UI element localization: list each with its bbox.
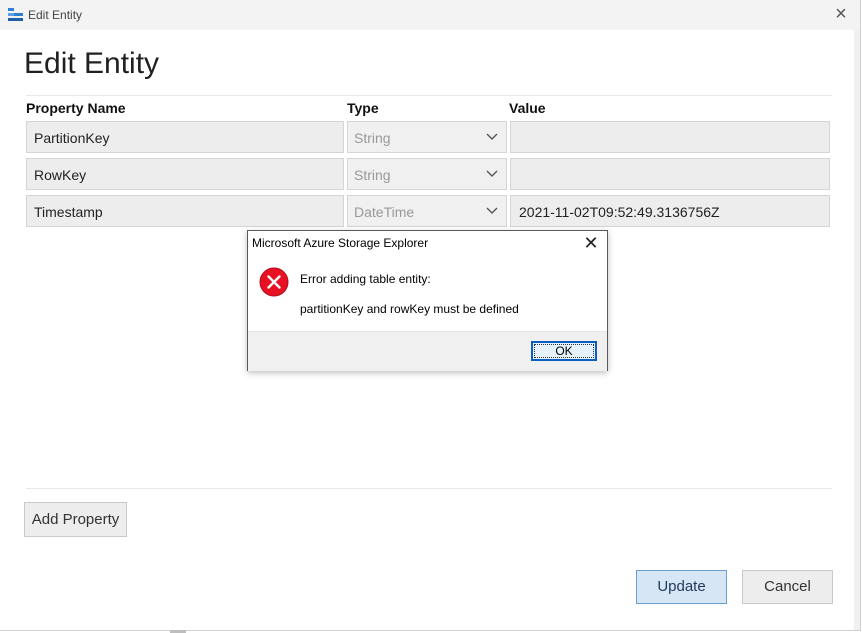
add-property-button[interactable]: Add Property — [24, 502, 127, 537]
property-type-select[interactable]: String — [347, 158, 507, 190]
property-type-select[interactable]: DateTime — [347, 195, 507, 227]
divider — [26, 95, 832, 96]
error-dialog: Microsoft Azure Storage Explorer ✕ Error… — [247, 230, 608, 371]
property-value-field[interactable] — [510, 158, 830, 190]
property-type-value: String — [354, 167, 391, 183]
property-name-field[interactable]: PartitionKey — [26, 121, 344, 153]
error-icon — [259, 267, 289, 297]
property-row-partitionkey: PartitionKey String — [26, 121, 832, 155]
page-title: Edit Entity — [24, 47, 160, 80]
column-header-value: Value — [509, 100, 546, 116]
update-button[interactable]: Update — [636, 570, 727, 604]
chevron-down-icon — [486, 133, 498, 140]
property-type-select[interactable]: String — [347, 121, 507, 153]
property-type-value: DateTime — [354, 204, 415, 220]
dialog-title: Microsoft Azure Storage Explorer — [252, 236, 429, 250]
scrollbar[interactable] — [854, 30, 860, 630]
window-title: Edit Entity — [28, 8, 83, 22]
property-row-rowkey: RowKey String — [26, 158, 832, 192]
focus-ring — [534, 344, 594, 358]
divider — [26, 488, 832, 489]
window-close-icon[interactable]: × — [830, 3, 852, 25]
property-row-timestamp: Timestamp DateTime 2021-11-02T09:52:49.3… — [26, 195, 832, 229]
dialog-close-icon[interactable]: ✕ — [583, 233, 599, 253]
column-header-type: Type — [347, 100, 379, 116]
dialog-message-detail: partitionKey and rowKey must be defined — [300, 302, 519, 316]
title-bar: Edit Entity × — [0, 0, 860, 30]
dialog-footer: OK — [248, 331, 607, 371]
storage-explorer-app-icon — [8, 8, 23, 21]
property-value-field[interactable]: 2021-11-02T09:52:49.3136756Z — [510, 195, 830, 227]
chevron-down-icon — [486, 170, 498, 177]
column-header-property-name: Property Name — [26, 100, 126, 116]
property-name-field[interactable]: RowKey — [26, 158, 344, 190]
cancel-button[interactable]: Cancel — [742, 570, 833, 604]
property-type-value: String — [354, 130, 391, 146]
ok-button[interactable]: OK — [531, 341, 597, 361]
property-value-field[interactable] — [510, 121, 830, 153]
dialog-message-title: Error adding table entity: — [300, 272, 431, 286]
property-name-field[interactable]: Timestamp — [26, 195, 344, 227]
chevron-down-icon — [486, 207, 498, 214]
